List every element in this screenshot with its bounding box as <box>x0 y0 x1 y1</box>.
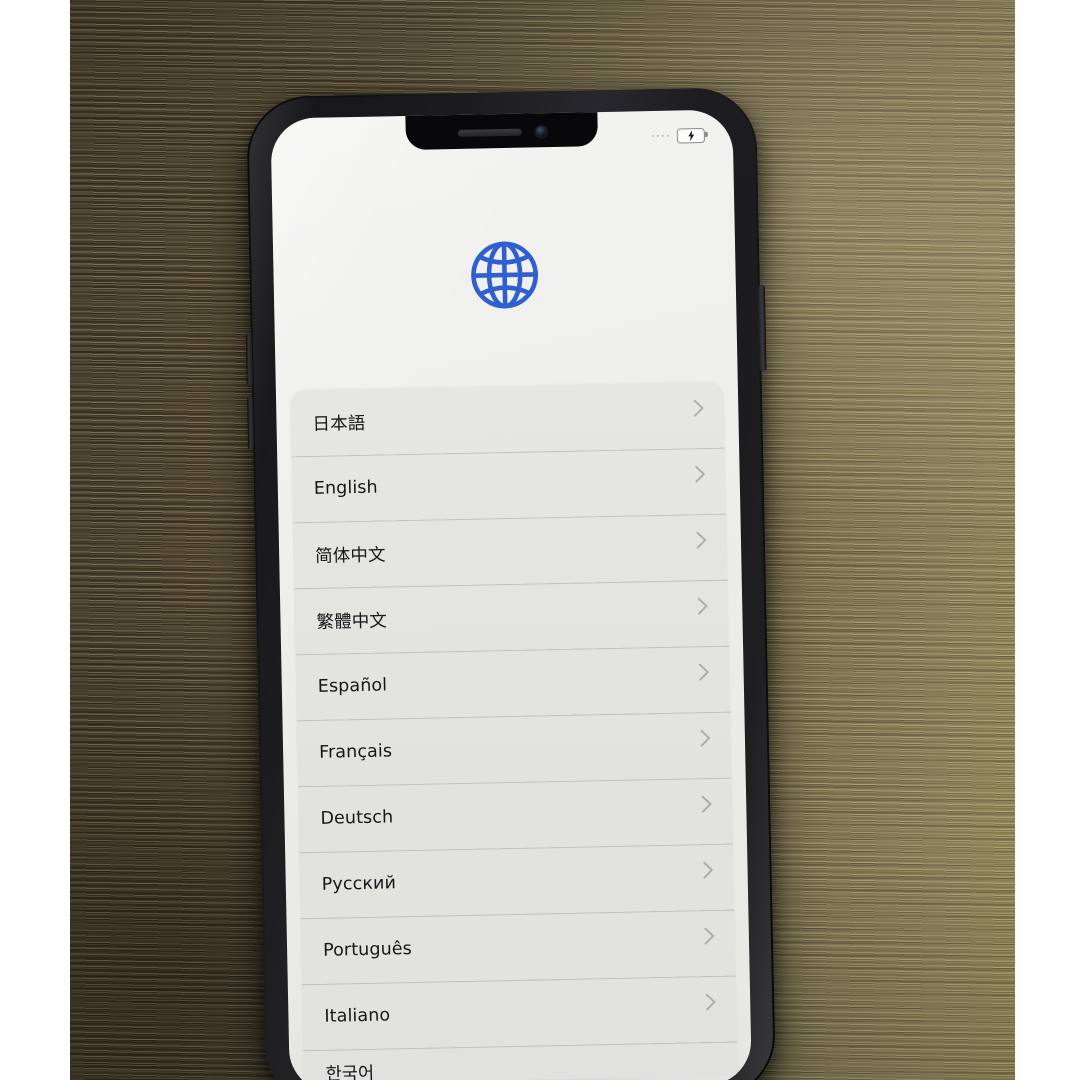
language-label: Deutsch <box>320 807 394 829</box>
left-letterbox-band <box>0 0 70 1080</box>
language-row[interactable]: Italiano <box>302 976 737 1051</box>
language-label: Português <box>322 939 413 961</box>
battery-charging-icon <box>676 127 705 144</box>
photograph-stage: 日本語 English 简体中文繁體中文 Español Français Deutsch… <box>0 0 1080 1080</box>
language-row[interactable]: Français <box>296 712 731 787</box>
language-label: Français <box>318 741 393 763</box>
chevron-right-icon <box>693 399 704 417</box>
language-label: English <box>313 477 378 499</box>
globe-icon <box>471 241 538 309</box>
language-label: Italiano <box>324 1005 391 1027</box>
language-row[interactable]: 繁體中文 <box>294 580 729 655</box>
language-label: Русский <box>321 873 397 895</box>
language-label: 日本語 <box>312 413 366 435</box>
chevron-right-icon <box>700 729 711 747</box>
chevron-right-icon <box>705 993 716 1011</box>
language-row[interactable]: Русский <box>299 844 734 919</box>
chevron-right-icon <box>699 663 709 681</box>
phone-screen[interactable]: 日本語 English 简体中文繁體中文 Español Français Deutsch… <box>270 109 752 1080</box>
language-label: 繁體中文 <box>316 610 388 633</box>
chevron-right-icon <box>695 465 705 483</box>
volume-down-button[interactable] <box>246 397 255 450</box>
chevron-right-icon <box>697 597 708 615</box>
right-letterbox-band <box>1015 0 1080 1080</box>
chevron-right-icon <box>701 795 712 813</box>
language-row[interactable]: Español <box>295 646 730 721</box>
volume-up-button[interactable] <box>245 333 253 386</box>
chevron-right-icon <box>696 531 707 549</box>
language-row[interactable]: Português <box>300 910 735 985</box>
language-list[interactable]: 日本語 English 简体中文繁體中文 Español Français Deutsch… <box>289 381 738 1080</box>
language-row[interactable]: Deutsch <box>298 778 733 853</box>
language-row[interactable]: 日本語 <box>290 382 725 457</box>
hero-icon-container <box>273 233 736 316</box>
language-label: 简体中文 <box>314 544 386 567</box>
signal-dots-icon <box>651 134 669 138</box>
language-row[interactable]: 简体中文 <box>293 514 728 589</box>
chevron-right-icon <box>704 927 715 945</box>
language-label: 한국어 <box>325 1063 375 1080</box>
status-bar <box>271 119 734 158</box>
language-label: Español <box>317 675 388 697</box>
chevron-right-icon <box>703 861 713 879</box>
language-row[interactable]: English <box>291 448 726 523</box>
smartphone: 日本語 English 简体中文繁體中文 Español Français Deutsch… <box>245 86 777 1080</box>
